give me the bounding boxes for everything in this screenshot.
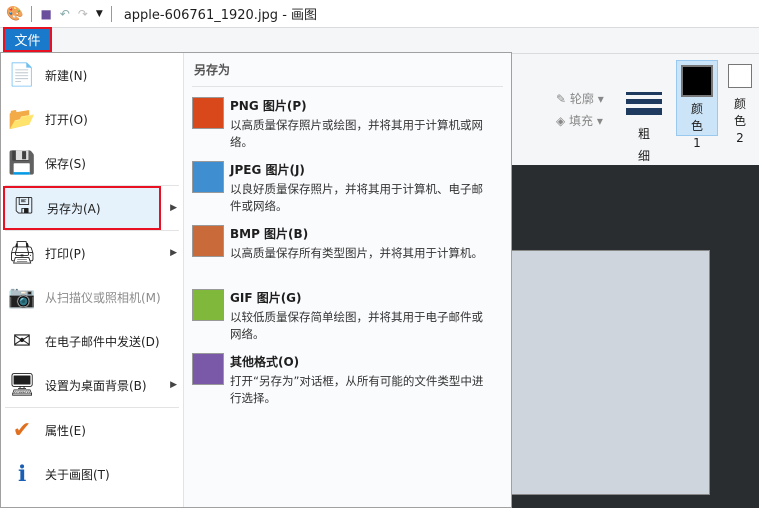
- new-file-icon: 📄: [8, 62, 36, 88]
- save-format-item[interactable]: PNG 图片(P) 以高质量保存照片或绘图，并将其用于计算机或网络。: [192, 91, 503, 155]
- save-as-submenu: 另存为 PNG 图片(P) 以高质量保存照片或绘图，并将其用于计算机或网络。 JPE…: [184, 53, 511, 507]
- menu-item-label: 关于画图(T): [45, 467, 110, 482]
- menu-item[interactable]: ✔ 属性(E): [1, 408, 183, 452]
- scanner-icon: 📷: [8, 284, 36, 310]
- menu-item[interactable]: 💾 保存(S): [1, 141, 183, 185]
- color2-button[interactable]: 颜色 2: [724, 64, 756, 155]
- outline-button[interactable]: ✎ 轮廓 ▾: [556, 88, 604, 110]
- title-bar: 🎨 ■ ↶ ↷ ▼ apple-606761_1920.jpg - 画图: [0, 0, 759, 27]
- menu-item[interactable]: 🖫 另存为(A) ▶: [3, 186, 177, 230]
- menu-item[interactable]: 🖥 设置为桌面背景(B) ▶: [1, 363, 183, 407]
- chevron-right-icon: ▶: [170, 248, 177, 258]
- format-title: 其他格式(O): [230, 355, 300, 369]
- desktop-background-icon: 🖥: [8, 372, 36, 398]
- menu-item-label: 保存(S): [45, 156, 86, 171]
- format-description: 以高质量保存所有类型图片，并将其用于计算机。: [230, 246, 483, 260]
- menu-item[interactable]: 📷 从扫描仪或照相机(M): [1, 275, 183, 319]
- undo-icon[interactable]: ↶: [60, 7, 70, 21]
- menu-item[interactable]: 📂 打开(O): [1, 97, 183, 141]
- size-button[interactable]: 粗细: [626, 88, 662, 167]
- folder-open-icon: 📂: [8, 106, 36, 132]
- format-icon: [192, 353, 224, 385]
- customize-toolbar-icon[interactable]: ▼: [96, 9, 103, 19]
- format-description: 以较低质量保存简单绘图，并将其用于电子邮件或网络。: [230, 310, 483, 341]
- window-title: apple-606761_1920.jpg - 画图: [123, 8, 318, 23]
- divider: [31, 5, 33, 22]
- format-description: 以高质量保存照片或绘图，并将其用于计算机或网络。: [230, 118, 483, 149]
- menu-item-label: 属性(E): [45, 423, 86, 438]
- paint-app-icon: 🎨: [6, 5, 24, 22]
- email-icon: ✉: [12, 328, 32, 354]
- menu-item-label: 另存为(A): [47, 201, 101, 216]
- menu-item-label: 设置为桌面背景(B): [45, 378, 147, 393]
- format-description: 以良好质量保存照片，并将其用于计算机、电子邮件或网络。: [230, 182, 483, 213]
- save-format-item[interactable]: 其他格式(O) 打开“另存为”对话框，从所有可能的文件类型中进行选择。: [192, 347, 503, 411]
- format-title: PNG 图片(P): [230, 99, 307, 113]
- format-title: GIF 图片(G): [230, 291, 302, 305]
- menu-item[interactable]: 📄 新建(N): [1, 53, 183, 97]
- format-title: BMP 图片(B): [230, 227, 309, 241]
- menu-item-label: 新建(N): [45, 68, 88, 83]
- printer-icon: 🖨: [8, 240, 36, 266]
- format-icon: [192, 225, 224, 257]
- format-title: JPEG 图片(J): [230, 163, 305, 177]
- menu-item-label: 打印(P): [45, 246, 86, 261]
- fill-button[interactable]: ◈ 填充 ▾: [556, 110, 604, 132]
- save-as-icon: 🖫: [14, 194, 34, 219]
- checkmark-icon: ✔: [12, 417, 32, 443]
- menu-item[interactable]: ℹ 关于画图(T): [1, 452, 183, 496]
- save-quick-icon[interactable]: ■: [40, 7, 51, 21]
- format-icon: [192, 161, 224, 193]
- save-format-item[interactable]: BMP 图片(B) 以高质量保存所有类型图片，并将其用于计算机。: [192, 219, 503, 283]
- chevron-right-icon: ▶: [170, 203, 177, 213]
- menu-item[interactable]: ✉ 在电子邮件中发送(D): [1, 319, 183, 363]
- chevron-right-icon: ▶: [170, 380, 177, 390]
- format-icon: [192, 289, 224, 321]
- menu-item-label: 从扫描仪或照相机(M): [45, 290, 161, 305]
- menu-item-label: 在电子邮件中发送(D): [45, 334, 160, 349]
- redo-icon[interactable]: ↷: [78, 7, 88, 21]
- floppy-save-icon: 💾: [8, 150, 36, 176]
- file-menu-list: 📄 新建(N) 📂 打开(O) 💾 保存(S) 🖫 另存为(A) ▶ 🖨 打印(P) ▶ 📷 从扫描仪或照…: [1, 53, 184, 507]
- format-icon: [192, 97, 224, 129]
- file-tab[interactable]: 文件: [3, 27, 52, 52]
- format-description: 打开“另存为”对话框，从所有可能的文件类型中进行选择。: [230, 374, 484, 405]
- file-menu: 📄 新建(N) 📂 打开(O) 💾 保存(S) 🖫 另存为(A) ▶ 🖨 打印(P) ▶ 📷 从扫描仪或照…: [0, 52, 512, 508]
- save-format-item[interactable]: JPEG 图片(J) 以良好质量保存照片，并将其用于计算机、电子邮件或网络。: [192, 155, 503, 219]
- menu-item-label: 打开(O): [45, 112, 88, 127]
- save-format-item[interactable]: GIF 图片(G) 以较低质量保存简单绘图，并将其用于电子邮件或网络。: [192, 283, 503, 347]
- menu-item[interactable]: 🖨 打印(P) ▶: [1, 231, 183, 275]
- info-icon: ℹ: [17, 461, 27, 487]
- divider: [110, 5, 112, 22]
- color1-button[interactable]: 颜色 1: [676, 60, 718, 150]
- submenu-header: 另存为: [192, 59, 503, 87]
